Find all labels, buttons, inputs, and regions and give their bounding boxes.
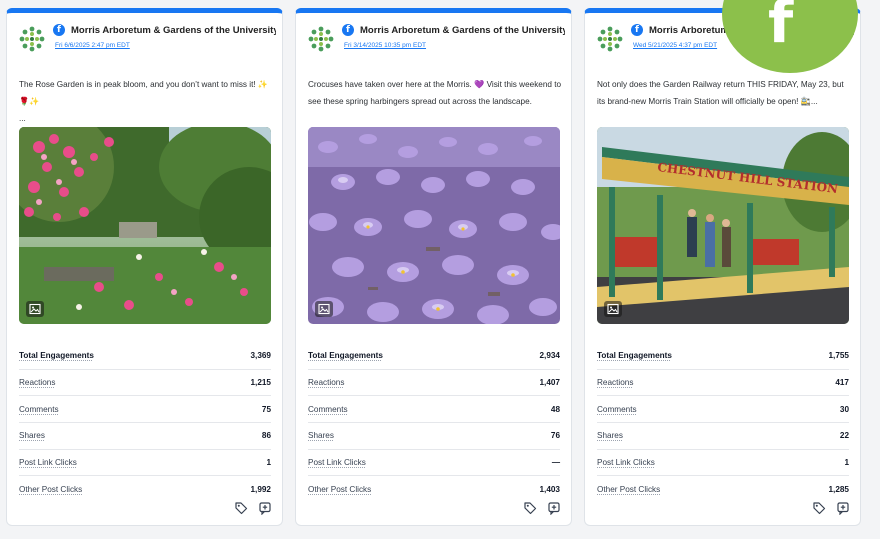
post-header: f Morris Arboretum & Gardens of the Univ… <box>7 13 282 57</box>
metric-comments: Comments 75 <box>19 396 271 424</box>
metric-reactions: Reactions 1,407 <box>308 370 560 397</box>
metric-label[interactable]: Reactions <box>597 378 633 387</box>
metric-total-engagements: Total Engagements 3,369 <box>19 343 271 370</box>
metrics-list: Total Engagements 1,755 Reactions 417 Co… <box>597 343 849 503</box>
caption-text: Crocuses have taken over here at the Mor… <box>308 80 562 106</box>
metric-label[interactable]: Total Engagements <box>308 351 383 360</box>
card-actions <box>234 501 272 516</box>
metric-value: 22 <box>839 431 849 441</box>
org-name[interactable]: Morris Arboretum & Gardens of the Univer… <box>71 25 276 36</box>
post-caption: Crocuses have taken over here at the Mor… <box>308 76 563 110</box>
metric-label[interactable]: Other Post Clicks <box>308 485 371 494</box>
tag-icon[interactable] <box>812 501 826 515</box>
metric-label[interactable]: Total Engagements <box>597 351 672 360</box>
metric-value: 1,992 <box>250 485 272 495</box>
metric-label[interactable]: Other Post Clicks <box>19 485 82 494</box>
post-header: f Morris Arboretum & Gardens of the Univ… <box>296 13 571 57</box>
metric-label[interactable]: Post Link Clicks <box>597 458 655 467</box>
metric-value: 3,369 <box>250 351 272 361</box>
post-date-link[interactable]: Wed 5/21/2025 4:37 pm EDT <box>633 42 717 49</box>
org-logo-avatar <box>597 26 623 52</box>
metric-value: 86 <box>261 431 271 441</box>
image-icon <box>604 301 622 317</box>
add-note-icon[interactable] <box>258 501 272 516</box>
metric-reactions: Reactions 1,215 <box>19 370 271 397</box>
card-actions <box>523 501 561 516</box>
metric-other-post-clicks: Other Post Clicks 1,403 <box>308 476 560 503</box>
metric-total-engagements: Total Engagements 2,934 <box>308 343 560 370</box>
metric-shares: Shares 22 <box>597 423 849 450</box>
add-note-icon[interactable] <box>547 501 561 516</box>
caption-text: Not only does the Garden Railway return … <box>597 80 844 106</box>
metric-label[interactable]: Shares <box>308 431 334 440</box>
metric-label[interactable]: Other Post Clicks <box>597 485 660 494</box>
metric-value: 1 <box>266 458 271 468</box>
caption-text: The Rose Garden is in peak bloom, and yo… <box>19 80 269 106</box>
metric-label[interactable]: Post Link Clicks <box>308 458 366 467</box>
metric-value: 76 <box>550 431 560 441</box>
metric-label[interactable]: Comments <box>19 405 59 414</box>
metric-value: 1,407 <box>539 378 561 388</box>
metric-label[interactable]: Reactions <box>19 378 55 387</box>
tag-icon[interactable] <box>234 501 248 515</box>
add-note-icon[interactable] <box>836 501 850 516</box>
metric-label[interactable]: Shares <box>19 431 45 440</box>
image-icon <box>315 301 333 317</box>
metric-value: 1,403 <box>539 485 561 495</box>
facebook-icon: f <box>342 24 354 36</box>
post-card[interactable]: f Morris Arboretum & Gardens of the Univ… <box>295 8 572 526</box>
facebook-f-glyph: f <box>768 0 794 56</box>
metric-post-link-clicks: Post Link Clicks 1 <box>597 450 849 477</box>
post-image[interactable] <box>308 127 560 324</box>
post-caption: Not only does the Garden Railway return … <box>597 76 852 110</box>
metric-label[interactable]: Total Engagements <box>19 351 94 360</box>
metric-value: 75 <box>261 404 271 414</box>
facebook-icon: f <box>631 24 643 36</box>
metric-label[interactable]: Shares <box>597 431 623 440</box>
org-name[interactable]: Morris Arboretum & Gardens of the Univer… <box>360 25 565 36</box>
metrics-list: Total Engagements 2,934 Reactions 1,407 … <box>308 343 560 503</box>
card-actions <box>812 501 850 516</box>
org-logo-avatar <box>308 26 334 52</box>
metric-post-link-clicks: Post Link Clicks — <box>308 450 560 477</box>
metric-label[interactable]: Post Link Clicks <box>19 458 77 467</box>
facebook-icon: f <box>53 24 65 36</box>
station-sign: CHESTNUT HILL STATION <box>657 160 839 196</box>
metric-reactions: Reactions 417 <box>597 370 849 397</box>
metric-label[interactable]: Comments <box>597 405 637 414</box>
metric-value: — <box>551 458 560 468</box>
metric-value: 1,285 <box>828 485 850 495</box>
metric-post-link-clicks: Post Link Clicks 1 <box>19 450 271 477</box>
metric-other-post-clicks: Other Post Clicks 1,285 <box>597 476 849 503</box>
metric-total-engagements: Total Engagements 1,755 <box>597 343 849 370</box>
metric-value: 1,215 <box>250 378 272 388</box>
metric-label[interactable]: Comments <box>308 405 348 414</box>
image-icon <box>26 301 44 317</box>
metric-value: 1,755 <box>828 351 850 361</box>
metric-shares: Shares 76 <box>308 423 560 450</box>
org-logo-avatar <box>19 26 45 52</box>
metric-comments: Comments 48 <box>308 396 560 424</box>
metric-value: 48 <box>550 404 560 414</box>
metric-label[interactable]: Reactions <box>308 378 344 387</box>
post-image[interactable] <box>19 127 271 324</box>
post-date-link[interactable]: Fri 3/14/2025 10:35 pm EDT <box>344 42 426 49</box>
metric-comments: Comments 30 <box>597 396 849 424</box>
post-card[interactable]: f Morris Arboretum & Gardens of the Univ… <box>6 8 283 526</box>
tag-icon[interactable] <box>523 501 537 515</box>
post-image[interactable]: CHESTNUT HILL STATION <box>597 127 849 324</box>
metric-value: 2,934 <box>539 351 561 361</box>
post-cards: f Morris Arboretum & Gardens of the Univ… <box>6 8 864 526</box>
caption-more[interactable]: ... <box>19 110 274 127</box>
post-card[interactable]: f Morris Arboretum & Gardens of the Univ… <box>584 8 861 526</box>
metric-value: 1 <box>844 458 849 468</box>
metric-value: 417 <box>835 378 849 388</box>
post-date-link[interactable]: Fri 6/6/2025 2:47 pm EDT <box>55 42 130 49</box>
metric-shares: Shares 86 <box>19 423 271 450</box>
svg-text:CHESTNUT HILL STATION: CHESTNUT HILL STATION <box>657 160 839 196</box>
post-caption: The Rose Garden is in peak bloom, and yo… <box>19 76 274 127</box>
metric-other-post-clicks: Other Post Clicks 1,992 <box>19 476 271 503</box>
metric-value: 30 <box>839 404 849 414</box>
metrics-list: Total Engagements 3,369 Reactions 1,215 … <box>19 343 271 503</box>
